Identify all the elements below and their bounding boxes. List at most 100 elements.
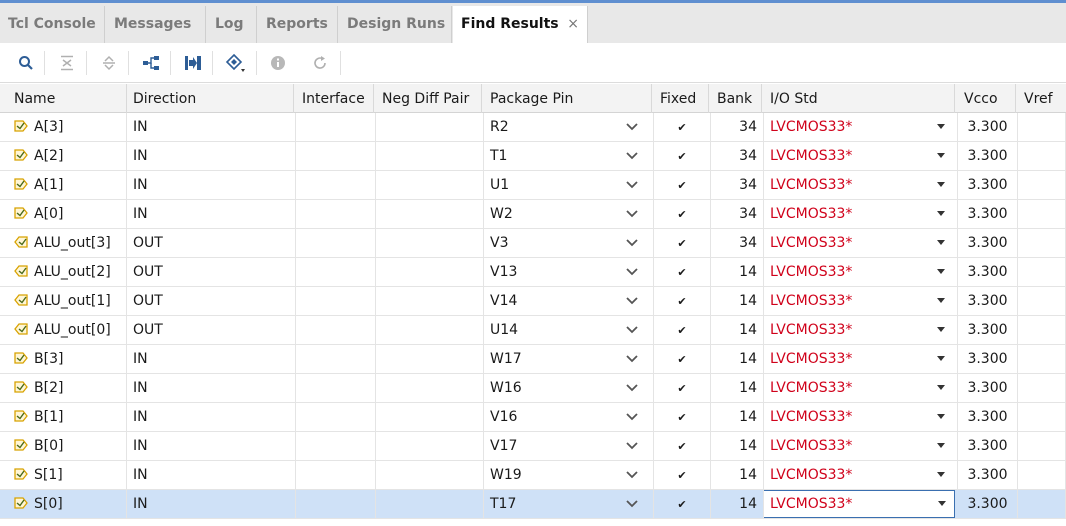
tab-reports[interactable]: Reports bbox=[258, 6, 338, 43]
cell-io-std[interactable]: LVCMOS33* bbox=[764, 316, 958, 344]
table-row[interactable]: S[1] IN W19 ✔ 14 LVCMOS33* 3.300 bbox=[0, 461, 1066, 490]
column-header-neg-diff-pair[interactable]: Neg Diff Pair bbox=[376, 84, 482, 113]
tab-tcl-console[interactable]: Tcl Console bbox=[0, 6, 105, 43]
cell-package-pin[interactable]: V16 bbox=[484, 403, 654, 431]
column-header-vref[interactable]: Vref bbox=[1018, 84, 1066, 113]
chevron-down-icon[interactable] bbox=[625, 113, 639, 141]
chevron-down-icon[interactable] bbox=[625, 229, 639, 257]
refresh-icon[interactable] bbox=[308, 51, 332, 75]
cell-io-std[interactable]: LVCMOS33* bbox=[764, 200, 958, 228]
cell-package-pin[interactable]: W19 bbox=[484, 461, 654, 489]
cell-vcco: 3.300 bbox=[958, 200, 1018, 228]
column-header-direction[interactable]: Direction bbox=[127, 84, 294, 113]
table-row[interactable]: ALU_out[1] OUT V14 ✔ 14 LVCMOS33* 3.300 bbox=[0, 287, 1066, 316]
chevron-down-icon[interactable] bbox=[625, 171, 639, 199]
cell-io-std[interactable]: LVCMOS33* bbox=[764, 229, 958, 257]
table-row[interactable]: B[2] IN W16 ✔ 14 LVCMOS33* 3.300 bbox=[0, 374, 1066, 403]
cell-package-pin[interactable]: T17 bbox=[484, 490, 654, 518]
dropdown-arrow-icon[interactable] bbox=[937, 374, 945, 402]
close-icon[interactable]: × bbox=[567, 6, 579, 43]
chevron-down-icon[interactable] bbox=[625, 200, 639, 228]
dropdown-arrow-icon[interactable] bbox=[937, 113, 945, 141]
properties-icon[interactable] bbox=[223, 51, 247, 75]
cell-package-pin[interactable]: R2 bbox=[484, 113, 654, 141]
dropdown-arrow-icon[interactable] bbox=[937, 258, 945, 286]
cell-package-pin[interactable]: T1 bbox=[484, 142, 654, 170]
chevron-down-icon[interactable] bbox=[625, 316, 639, 344]
tab-design-runs[interactable]: Design Runs bbox=[339, 6, 452, 43]
cell-vref bbox=[1018, 171, 1066, 199]
cell-package-pin[interactable]: U1 bbox=[484, 171, 654, 199]
tab-find-results[interactable]: Find Results × bbox=[453, 6, 588, 46]
cell-vref bbox=[1018, 113, 1066, 141]
column-header-name[interactable]: Name bbox=[8, 84, 127, 113]
column-header-fixed[interactable]: Fixed bbox=[654, 84, 709, 113]
cell-io-std[interactable]: LVCMOS33* bbox=[764, 461, 958, 489]
chevron-down-icon[interactable] bbox=[625, 287, 639, 315]
expand-all-icon[interactable] bbox=[97, 51, 121, 75]
cell-package-pin[interactable]: W17 bbox=[484, 345, 654, 373]
cell-io-std[interactable]: LVCMOS33* bbox=[764, 142, 958, 170]
table-row[interactable]: A[0] IN W2 ✔ 34 LVCMOS33* 3.300 bbox=[0, 200, 1066, 229]
dropdown-arrow-icon[interactable] bbox=[937, 200, 945, 228]
dropdown-arrow-icon[interactable] bbox=[938, 490, 946, 518]
column-header-io-std[interactable]: I/O Std bbox=[764, 84, 955, 113]
cell-io-std[interactable]: LVCMOS33* bbox=[764, 345, 958, 373]
chevron-down-icon[interactable] bbox=[625, 461, 639, 489]
cell-io-std[interactable]: LVCMOS33* bbox=[764, 258, 958, 286]
chevron-down-icon[interactable] bbox=[625, 432, 639, 460]
dropdown-arrow-icon[interactable] bbox=[937, 345, 945, 373]
dropdown-arrow-icon[interactable] bbox=[937, 403, 945, 431]
cell-package-pin[interactable]: V17 bbox=[484, 432, 654, 460]
column-header-vcco[interactable]: Vcco bbox=[958, 84, 1016, 113]
column-header-interface[interactable]: Interface bbox=[296, 84, 374, 113]
cell-package-pin[interactable]: V13 bbox=[484, 258, 654, 286]
cell-io-std[interactable]: LVCMOS33* bbox=[764, 171, 958, 199]
cell-neg-diff-pair bbox=[376, 461, 484, 489]
cell-io-std[interactable]: LVCMOS33* bbox=[764, 374, 958, 402]
cell-package-pin[interactable]: V3 bbox=[484, 229, 654, 257]
dropdown-arrow-icon[interactable] bbox=[937, 171, 945, 199]
dropdown-arrow-icon[interactable] bbox=[937, 432, 945, 460]
table-row[interactable]: B[0] IN V17 ✔ 14 LVCMOS33* 3.300 bbox=[0, 432, 1066, 461]
fixed-check-icon: ✔ bbox=[654, 490, 711, 518]
table-row[interactable]: A[3] IN R2 ✔ 34 LVCMOS33* 3.300 bbox=[0, 113, 1066, 142]
table-row[interactable]: A[1] IN U1 ✔ 34 LVCMOS33* 3.300 bbox=[0, 171, 1066, 200]
tab-messages[interactable]: Messages bbox=[106, 6, 206, 43]
chevron-down-icon[interactable] bbox=[625, 345, 639, 373]
table-row[interactable]: B[3] IN W17 ✔ 14 LVCMOS33* 3.300 bbox=[0, 345, 1066, 374]
cell-io-std[interactable]: LVCMOS33* bbox=[764, 403, 958, 431]
chevron-down-icon[interactable] bbox=[625, 142, 639, 170]
column-header-package-pin[interactable]: Package Pin bbox=[484, 84, 652, 113]
goto-icon[interactable] bbox=[181, 51, 205, 75]
cell-io-std[interactable]: LVCMOS33* bbox=[764, 287, 958, 315]
table-row[interactable]: S[0] IN T17 ✔ 14 LVCMOS33* 3.300 bbox=[0, 490, 1066, 519]
cell-io-std[interactable]: LVCMOS33* bbox=[764, 113, 958, 141]
dropdown-arrow-icon[interactable] bbox=[937, 316, 945, 344]
chevron-down-icon[interactable] bbox=[625, 258, 639, 286]
hierarchy-icon[interactable] bbox=[139, 51, 163, 75]
info-icon[interactable] bbox=[266, 51, 290, 75]
table-row[interactable]: ALU_out[0] OUT U14 ✔ 14 LVCMOS33* 3.300 bbox=[0, 316, 1066, 345]
chevron-down-icon[interactable] bbox=[625, 490, 639, 518]
table-row[interactable]: B[1] IN V16 ✔ 14 LVCMOS33* 3.300 bbox=[0, 403, 1066, 432]
table-row[interactable]: ALU_out[3] OUT V3 ✔ 34 LVCMOS33* 3.300 bbox=[0, 229, 1066, 258]
dropdown-arrow-icon[interactable] bbox=[937, 461, 945, 489]
collapse-all-icon[interactable] bbox=[55, 51, 79, 75]
dropdown-arrow-icon[interactable] bbox=[937, 287, 945, 315]
cell-package-pin[interactable]: V14 bbox=[484, 287, 654, 315]
cell-io-std[interactable]: LVCMOS33* bbox=[764, 490, 958, 518]
cell-package-pin[interactable]: U14 bbox=[484, 316, 654, 344]
table-row[interactable]: A[2] IN T1 ✔ 34 LVCMOS33* 3.300 bbox=[0, 142, 1066, 171]
dropdown-arrow-icon[interactable] bbox=[937, 229, 945, 257]
cell-io-std[interactable]: LVCMOS33* bbox=[764, 432, 958, 460]
cell-package-pin[interactable]: W2 bbox=[484, 200, 654, 228]
dropdown-arrow-icon[interactable] bbox=[937, 142, 945, 170]
search-icon[interactable] bbox=[14, 51, 38, 75]
table-row[interactable]: ALU_out[2] OUT V13 ✔ 14 LVCMOS33* 3.300 bbox=[0, 258, 1066, 287]
chevron-down-icon[interactable] bbox=[625, 403, 639, 431]
chevron-down-icon[interactable] bbox=[625, 374, 639, 402]
tab-log[interactable]: Log bbox=[207, 6, 257, 43]
column-header-bank[interactable]: Bank bbox=[711, 84, 762, 113]
cell-package-pin[interactable]: W16 bbox=[484, 374, 654, 402]
